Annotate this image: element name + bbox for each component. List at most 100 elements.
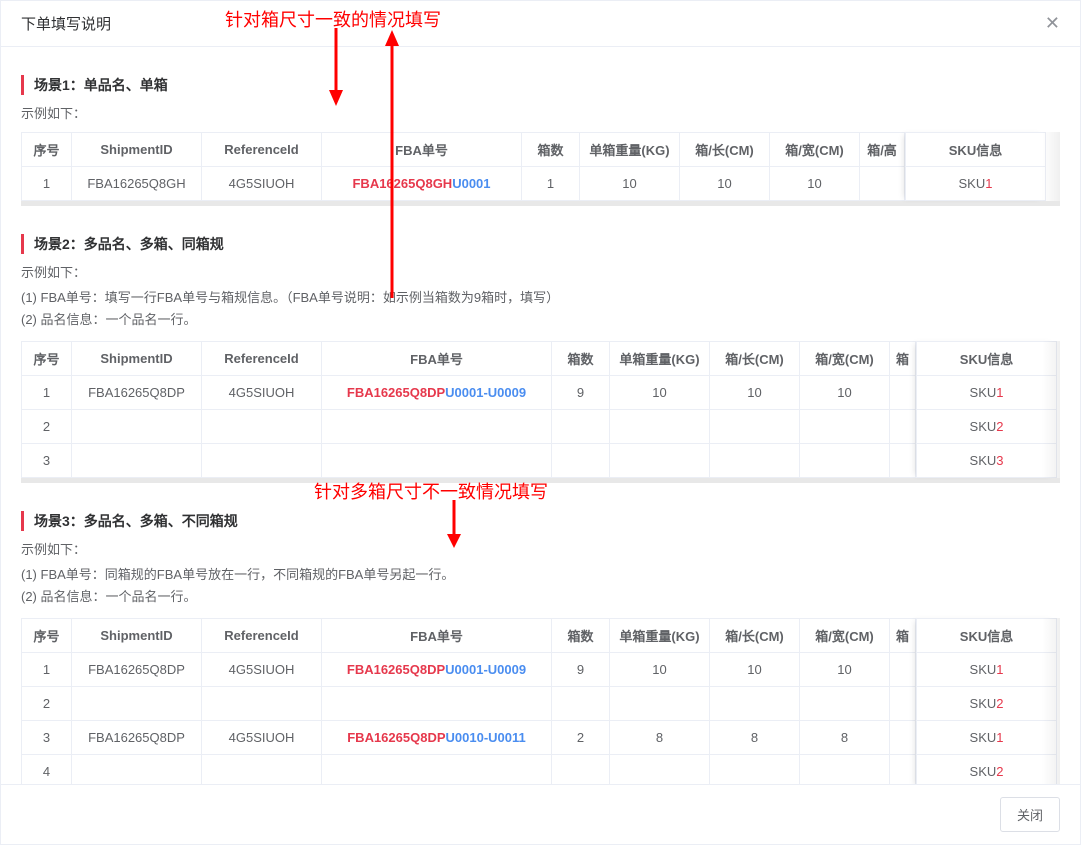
sku-suffix: 1 bbox=[985, 176, 992, 191]
scene-2: 场景2：多品名、多箱、同箱规 bbox=[21, 234, 1060, 254]
col-length: 箱/长(CM) bbox=[710, 619, 800, 653]
col-reference-id: ReferenceId bbox=[202, 619, 322, 653]
cell-weight: 10 bbox=[610, 653, 710, 687]
table-row: 1 FBA16265Q8DP 4G5SIUOH FBA16265Q8DPU000… bbox=[22, 376, 916, 410]
cell-seq: 4 bbox=[22, 755, 72, 784]
close-icon[interactable]: ✕ bbox=[1045, 13, 1060, 34]
sku-suffix: 1 bbox=[996, 730, 1003, 745]
table-header: 序号 ShipmentID ReferenceId FBA单号 箱数 单箱重量(… bbox=[22, 619, 916, 653]
modal-title: 下单填写说明 bbox=[21, 13, 111, 34]
cell-weight: 10 bbox=[610, 376, 710, 410]
cell-reference-id: 4G5SIUOH bbox=[202, 721, 322, 755]
fba-prefix: FBA16265Q8DP bbox=[347, 730, 445, 745]
cell-width: 8 bbox=[800, 721, 890, 755]
col-shipment-id: ShipmentID bbox=[72, 619, 202, 653]
scene-1-left-table: 序号 ShipmentID ReferenceId FBA单号 箱数 单箱重量(… bbox=[21, 132, 905, 201]
fba-prefix: FBA16265Q8DP bbox=[347, 662, 445, 677]
col-length: 箱/长(CM) bbox=[710, 342, 800, 376]
cell-seq: 1 bbox=[22, 653, 72, 687]
scene-3-notes: (1) FBA单号：同箱规的FBA单号放在一行，不同箱规的FBA单号另起一行。 … bbox=[21, 564, 1060, 608]
col-width: 箱/宽(CM) bbox=[770, 133, 860, 167]
table-row: SKU2 bbox=[917, 755, 1057, 784]
cell-seq: 1 bbox=[22, 167, 72, 201]
col-sku: SKU信息 bbox=[906, 133, 1046, 167]
cell-reference-id: 4G5SIUOH bbox=[202, 167, 322, 201]
col-box-count: 箱数 bbox=[522, 133, 580, 167]
scene-2-note-1: (1) FBA单号：填写一行FBA单号与箱规信息。（FBA单号说明：如示例当箱数… bbox=[21, 287, 1060, 309]
cell-length: 10 bbox=[680, 167, 770, 201]
col-seq: 序号 bbox=[22, 133, 72, 167]
scene-3-table-wrap: 序号 ShipmentID ReferenceId FBA单号 箱数 单箱重量(… bbox=[21, 618, 1060, 784]
table-row: SKU2 bbox=[917, 687, 1057, 721]
cell-sku: SKU2 bbox=[917, 755, 1057, 784]
sku-prefix: SKU bbox=[970, 730, 997, 745]
sku-suffix: 3 bbox=[996, 453, 1003, 468]
sku-suffix: 2 bbox=[996, 696, 1003, 711]
table-row: 1 FBA16265Q8GH 4G5SIUOH FBA16265Q8GHU000… bbox=[22, 167, 905, 201]
fba-suffix: U0001-U0009 bbox=[445, 385, 526, 400]
cell-box-count: 1 bbox=[522, 167, 580, 201]
cell-width: 10 bbox=[800, 376, 890, 410]
sku-prefix: SKU bbox=[970, 385, 997, 400]
scene-2-example-label: 示例如下： bbox=[21, 262, 1060, 281]
cell-length: 10 bbox=[710, 376, 800, 410]
col-shipment-id: ShipmentID bbox=[72, 342, 202, 376]
col-fba-no: FBA单号 bbox=[322, 133, 522, 167]
sku-suffix: 1 bbox=[996, 662, 1003, 677]
sku-prefix: SKU bbox=[970, 453, 997, 468]
scene-3-left-table: 序号 ShipmentID ReferenceId FBA单号 箱数 单箱重量(… bbox=[21, 618, 916, 784]
scene-2-left-table: 序号 ShipmentID ReferenceId FBA单号 箱数 单箱重量(… bbox=[21, 341, 916, 478]
cell-height bbox=[890, 721, 916, 755]
col-shipment-id: ShipmentID bbox=[72, 133, 202, 167]
sku-prefix: SKU bbox=[959, 176, 986, 191]
table-row: SKU2 bbox=[917, 410, 1057, 444]
cell-shipment-id: FBA16265Q8DP bbox=[72, 653, 202, 687]
sku-suffix: 2 bbox=[996, 764, 1003, 779]
col-width: 箱/宽(CM) bbox=[800, 342, 890, 376]
cell-sku: SKU1 bbox=[917, 653, 1057, 687]
cell-reference-id: 4G5SIUOH bbox=[202, 653, 322, 687]
cell-width: 10 bbox=[800, 653, 890, 687]
table-row: 3 bbox=[22, 444, 916, 478]
cell-width: 10 bbox=[770, 167, 860, 201]
col-sku: SKU信息 bbox=[917, 619, 1057, 653]
sku-prefix: SKU bbox=[970, 662, 997, 677]
fba-prefix: FBA16265Q8GH bbox=[352, 176, 452, 191]
scene-3-right-table: SKU信息 SKU1 SKU2 SKU1 SKU2 bbox=[916, 618, 1057, 784]
table-row: SKU1 bbox=[906, 167, 1046, 201]
col-height: 箱/高 bbox=[860, 133, 905, 167]
cell-shipment-id: FBA16265Q8DP bbox=[72, 376, 202, 410]
col-sku: SKU信息 bbox=[917, 342, 1057, 376]
table-row: 3 FBA16265Q8DP 4G5SIUOH FBA16265Q8DPU001… bbox=[22, 721, 916, 755]
table-row: 1 FBA16265Q8DP 4G5SIUOH FBA16265Q8DPU000… bbox=[22, 653, 916, 687]
close-button[interactable]: 关闭 bbox=[1000, 797, 1060, 832]
cell-box-count: 2 bbox=[552, 721, 610, 755]
col-weight: 单箱重量(KG) bbox=[610, 342, 710, 376]
table-header: 序号 ShipmentID ReferenceId FBA单号 箱数 单箱重量(… bbox=[22, 133, 905, 167]
scene-3-note-1: (1) FBA单号：同箱规的FBA单号放在一行，不同箱规的FBA单号另起一行。 bbox=[21, 564, 1060, 586]
fba-prefix: FBA16265Q8DP bbox=[347, 385, 445, 400]
col-height-trunc: 箱 bbox=[890, 342, 916, 376]
cell-box-count: 9 bbox=[552, 653, 610, 687]
cell-seq: 3 bbox=[22, 721, 72, 755]
scene-3-note-2: (2) 品名信息：一个品名一行。 bbox=[21, 586, 1060, 608]
scene-2-notes: (1) FBA单号：填写一行FBA单号与箱规信息。（FBA单号说明：如示例当箱数… bbox=[21, 287, 1060, 331]
modal-header: 下单填写说明 ✕ bbox=[1, 1, 1080, 47]
cell-reference-id: 4G5SIUOH bbox=[202, 376, 322, 410]
fba-suffix: U0001 bbox=[452, 176, 490, 191]
table-row: SKU1 bbox=[917, 376, 1057, 410]
sku-suffix: 1 bbox=[996, 385, 1003, 400]
modal-body[interactable]: 针对箱尺寸一致的情况填写 场景1：单品名、单箱 示例如下： 序号 Shipmen… bbox=[1, 47, 1080, 784]
col-weight: 单箱重量(KG) bbox=[580, 133, 680, 167]
scene-1-title: 场景1：单品名、单箱 bbox=[21, 75, 1060, 95]
cell-shipment-id: FBA16265Q8DP bbox=[72, 721, 202, 755]
cell-fba-no: FBA16265Q8DPU0010-U0011 bbox=[322, 721, 552, 755]
cell-seq: 2 bbox=[22, 687, 72, 721]
scene-2-table-wrap: 序号 ShipmentID ReferenceId FBA单号 箱数 单箱重量(… bbox=[21, 341, 1060, 483]
col-seq: 序号 bbox=[22, 342, 72, 376]
scene-3-title: 场景3：多品名、多箱、不同箱规 bbox=[21, 511, 1060, 531]
cell-sku: SKU1 bbox=[906, 167, 1046, 201]
sku-prefix: SKU bbox=[970, 696, 997, 711]
scene-1-example-label: 示例如下： bbox=[21, 103, 1060, 122]
cell-weight: 10 bbox=[580, 167, 680, 201]
